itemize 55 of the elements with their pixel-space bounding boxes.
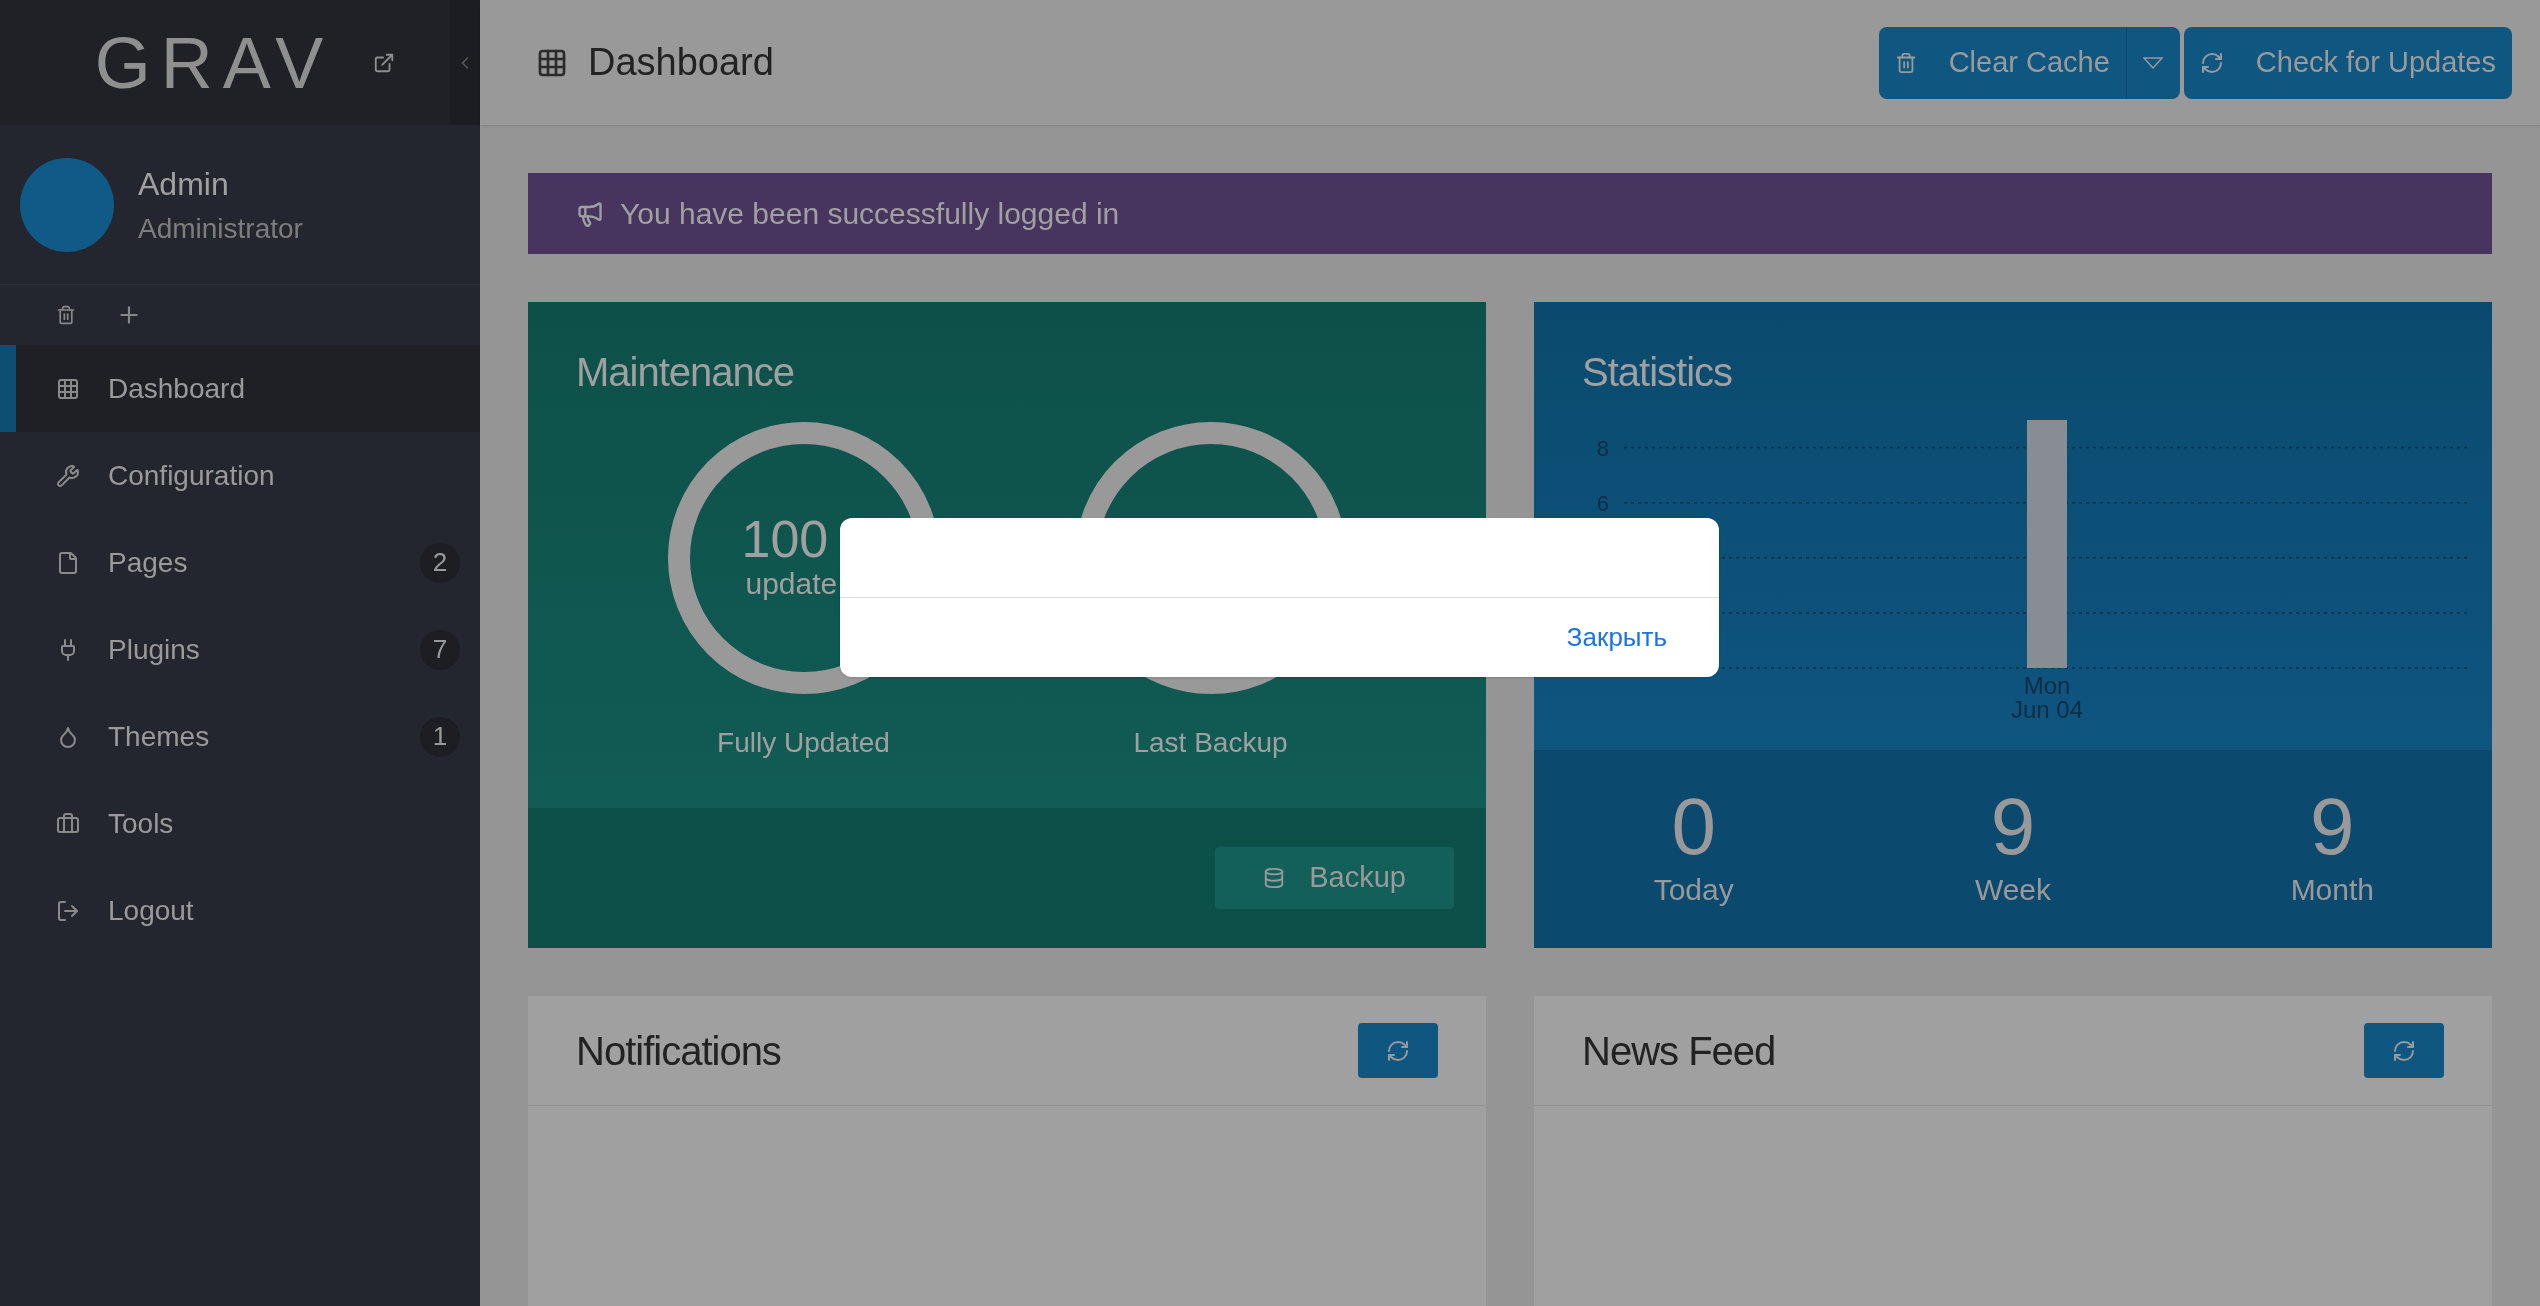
count-badge: 7: [420, 629, 460, 670]
page-title: Dashboard: [588, 40, 774, 85]
grid-icon: [56, 376, 80, 401]
card-title: News Feed: [1582, 1027, 1776, 1075]
sidebar-item-label: Tools: [108, 806, 175, 841]
stat-number: 9: [1990, 786, 2036, 867]
logo: GRAV: [94, 26, 334, 99]
refresh-icon: [2392, 1038, 2416, 1063]
logout-icon: [56, 898, 80, 923]
refresh-button[interactable]: [2364, 1023, 2444, 1078]
caret-icon: [2143, 56, 2164, 69]
wrench-icon: [56, 463, 80, 488]
user-name: Admin: [138, 164, 230, 204]
megaphone-icon: [576, 199, 604, 228]
sidebar-item[interactable]: Plugins 7: [0, 606, 480, 693]
user-role: Administrator: [138, 211, 303, 246]
card-title: Notifications: [576, 1027, 781, 1075]
sidebar-item[interactable]: Themes 1: [0, 693, 480, 780]
check-updates-button[interactable]: Check for Updates: [2183, 26, 2512, 99]
sidebar-item[interactable]: Pages 2: [0, 519, 480, 606]
briefcase-icon: [56, 811, 80, 836]
sidebar-item-label: Pages: [108, 545, 189, 580]
refresh-icon: [1386, 1038, 1410, 1063]
external-link-icon[interactable]: [373, 51, 396, 74]
close-button[interactable]: Закрыть: [1566, 618, 1667, 657]
sidebar-item-label: Logout: [108, 893, 195, 928]
trash-icon: [1894, 51, 1917, 74]
sidebar-item[interactable]: Logout: [0, 867, 480, 954]
stat-label: Week: [1974, 871, 2052, 908]
stat-label: Today: [1653, 871, 1734, 908]
card-title: Maintenance: [576, 349, 796, 396]
file-icon: [56, 550, 80, 575]
alert-message: You have been successfully logged in: [620, 196, 1120, 232]
card-title: Statistics: [1582, 349, 1734, 396]
sidebar-item[interactable]: Configuration: [0, 432, 480, 519]
gauge-label: Last Backup: [1133, 726, 1288, 760]
trash-icon[interactable]: [56, 305, 76, 325]
refresh-button[interactable]: [1358, 1023, 1438, 1078]
gauge-caption: update: [744, 566, 838, 603]
count-badge: 2: [420, 542, 460, 583]
sidebar-item-label: Plugins: [108, 632, 201, 667]
refresh-icon: [2199, 50, 2224, 75]
sidebar-item[interactable]: Tools: [0, 780, 480, 867]
stat-label: Month: [2290, 871, 2374, 908]
count-badge: 1: [420, 716, 460, 757]
sidebar-item-label: Configuration: [108, 458, 276, 493]
x-axis-label: Mon Jun 04: [2010, 672, 2084, 723]
sidebar-item[interactable]: Dashboard: [0, 345, 480, 432]
gauge-label: Fully Updated: [717, 726, 890, 760]
sidebar-item-label: Dashboard: [108, 371, 246, 406]
stat-number: 0: [1671, 786, 1716, 867]
gauge-value: 100: [741, 513, 829, 566]
sidebar-item-label: Themes: [108, 719, 211, 754]
database-icon: [1263, 867, 1286, 889]
stat-number: 9: [2310, 786, 2355, 867]
